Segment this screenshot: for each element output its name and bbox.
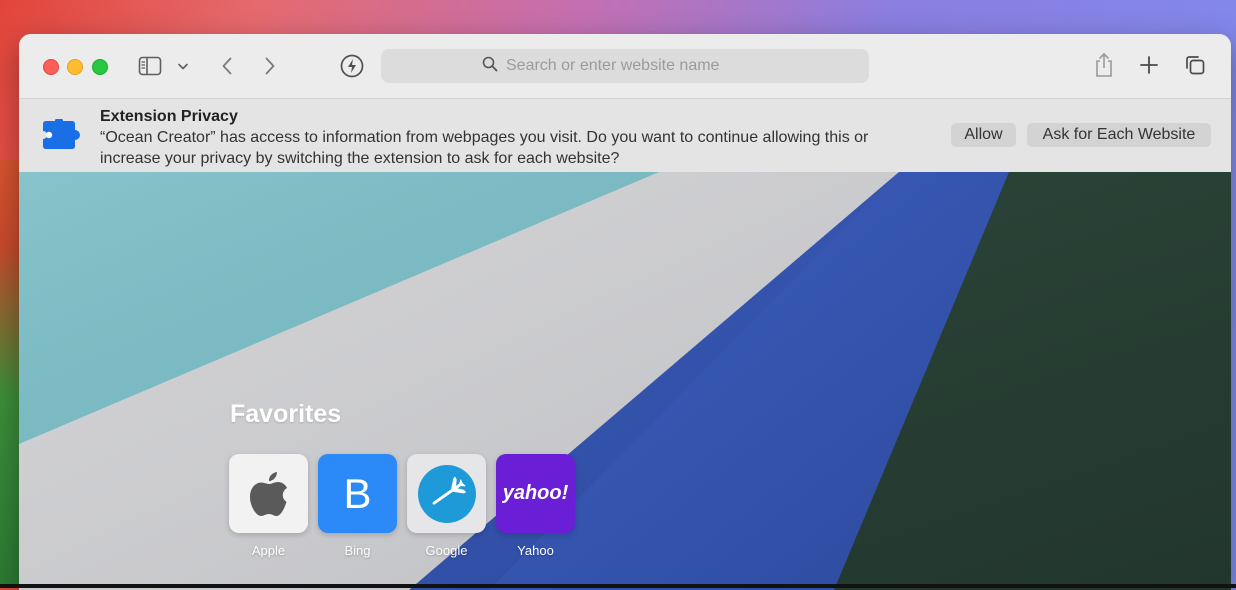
chevron-down-icon[interactable] [176, 59, 190, 73]
start-page: Favorites Apple B Bing Google yahoo! Yah… [19, 172, 1231, 590]
search-input[interactable] [504, 56, 768, 76]
safari-window: Extension Privacy “Ocean Creator” has ac… [19, 34, 1231, 590]
fullscreen-window-button[interactable] [92, 59, 108, 75]
tab-overview-icon[interactable] [1183, 53, 1207, 77]
new-tab-icon[interactable] [1138, 54, 1160, 76]
apple-logo-icon [229, 454, 308, 533]
minimize-window-button[interactable] [67, 59, 83, 75]
favorites-title: Favorites [230, 400, 342, 428]
favorite-google[interactable]: Google [407, 454, 486, 558]
airplane-icon [407, 454, 486, 533]
screen-bottom-edge [0, 584, 1236, 588]
yahoo-wordmark: yahoo! [502, 482, 569, 504]
extension-privacy-banner: Extension Privacy “Ocean Creator” has ac… [19, 99, 1231, 173]
search-icon [482, 56, 498, 77]
ask-for-each-website-button[interactable]: Ask for Each Website [1027, 123, 1211, 147]
sidebar-toggle-icon[interactable] [137, 54, 163, 78]
bing-letter: B [343, 469, 372, 517]
address-bar[interactable] [381, 49, 869, 83]
close-window-button[interactable] [43, 59, 59, 75]
allow-button[interactable]: Allow [951, 123, 1016, 147]
favorite-bing[interactable]: B Bing [318, 454, 397, 558]
favorite-label: Bing [344, 543, 371, 558]
lightning-extension-icon[interactable] [339, 53, 365, 79]
favorite-label: Yahoo [517, 543, 554, 558]
back-icon[interactable] [217, 54, 237, 78]
toolbar [19, 34, 1231, 99]
favorite-apple[interactable]: Apple [229, 454, 308, 558]
start-page-wallpaper [19, 172, 1231, 590]
banner-title: Extension Privacy [100, 108, 238, 125]
forward-icon[interactable] [260, 54, 280, 78]
letter-b-icon: B [318, 454, 397, 533]
yahoo-wordmark-icon: yahoo! [496, 454, 575, 533]
banner-message: “Ocean Creator” has access to informatio… [100, 129, 869, 167]
favorite-label: Google [425, 543, 468, 558]
share-icon[interactable] [1093, 52, 1115, 78]
puzzle-piece-icon [41, 117, 81, 156]
favorite-label: Apple [251, 543, 286, 558]
favorite-yahoo[interactable]: yahoo! Yahoo [496, 454, 575, 558]
